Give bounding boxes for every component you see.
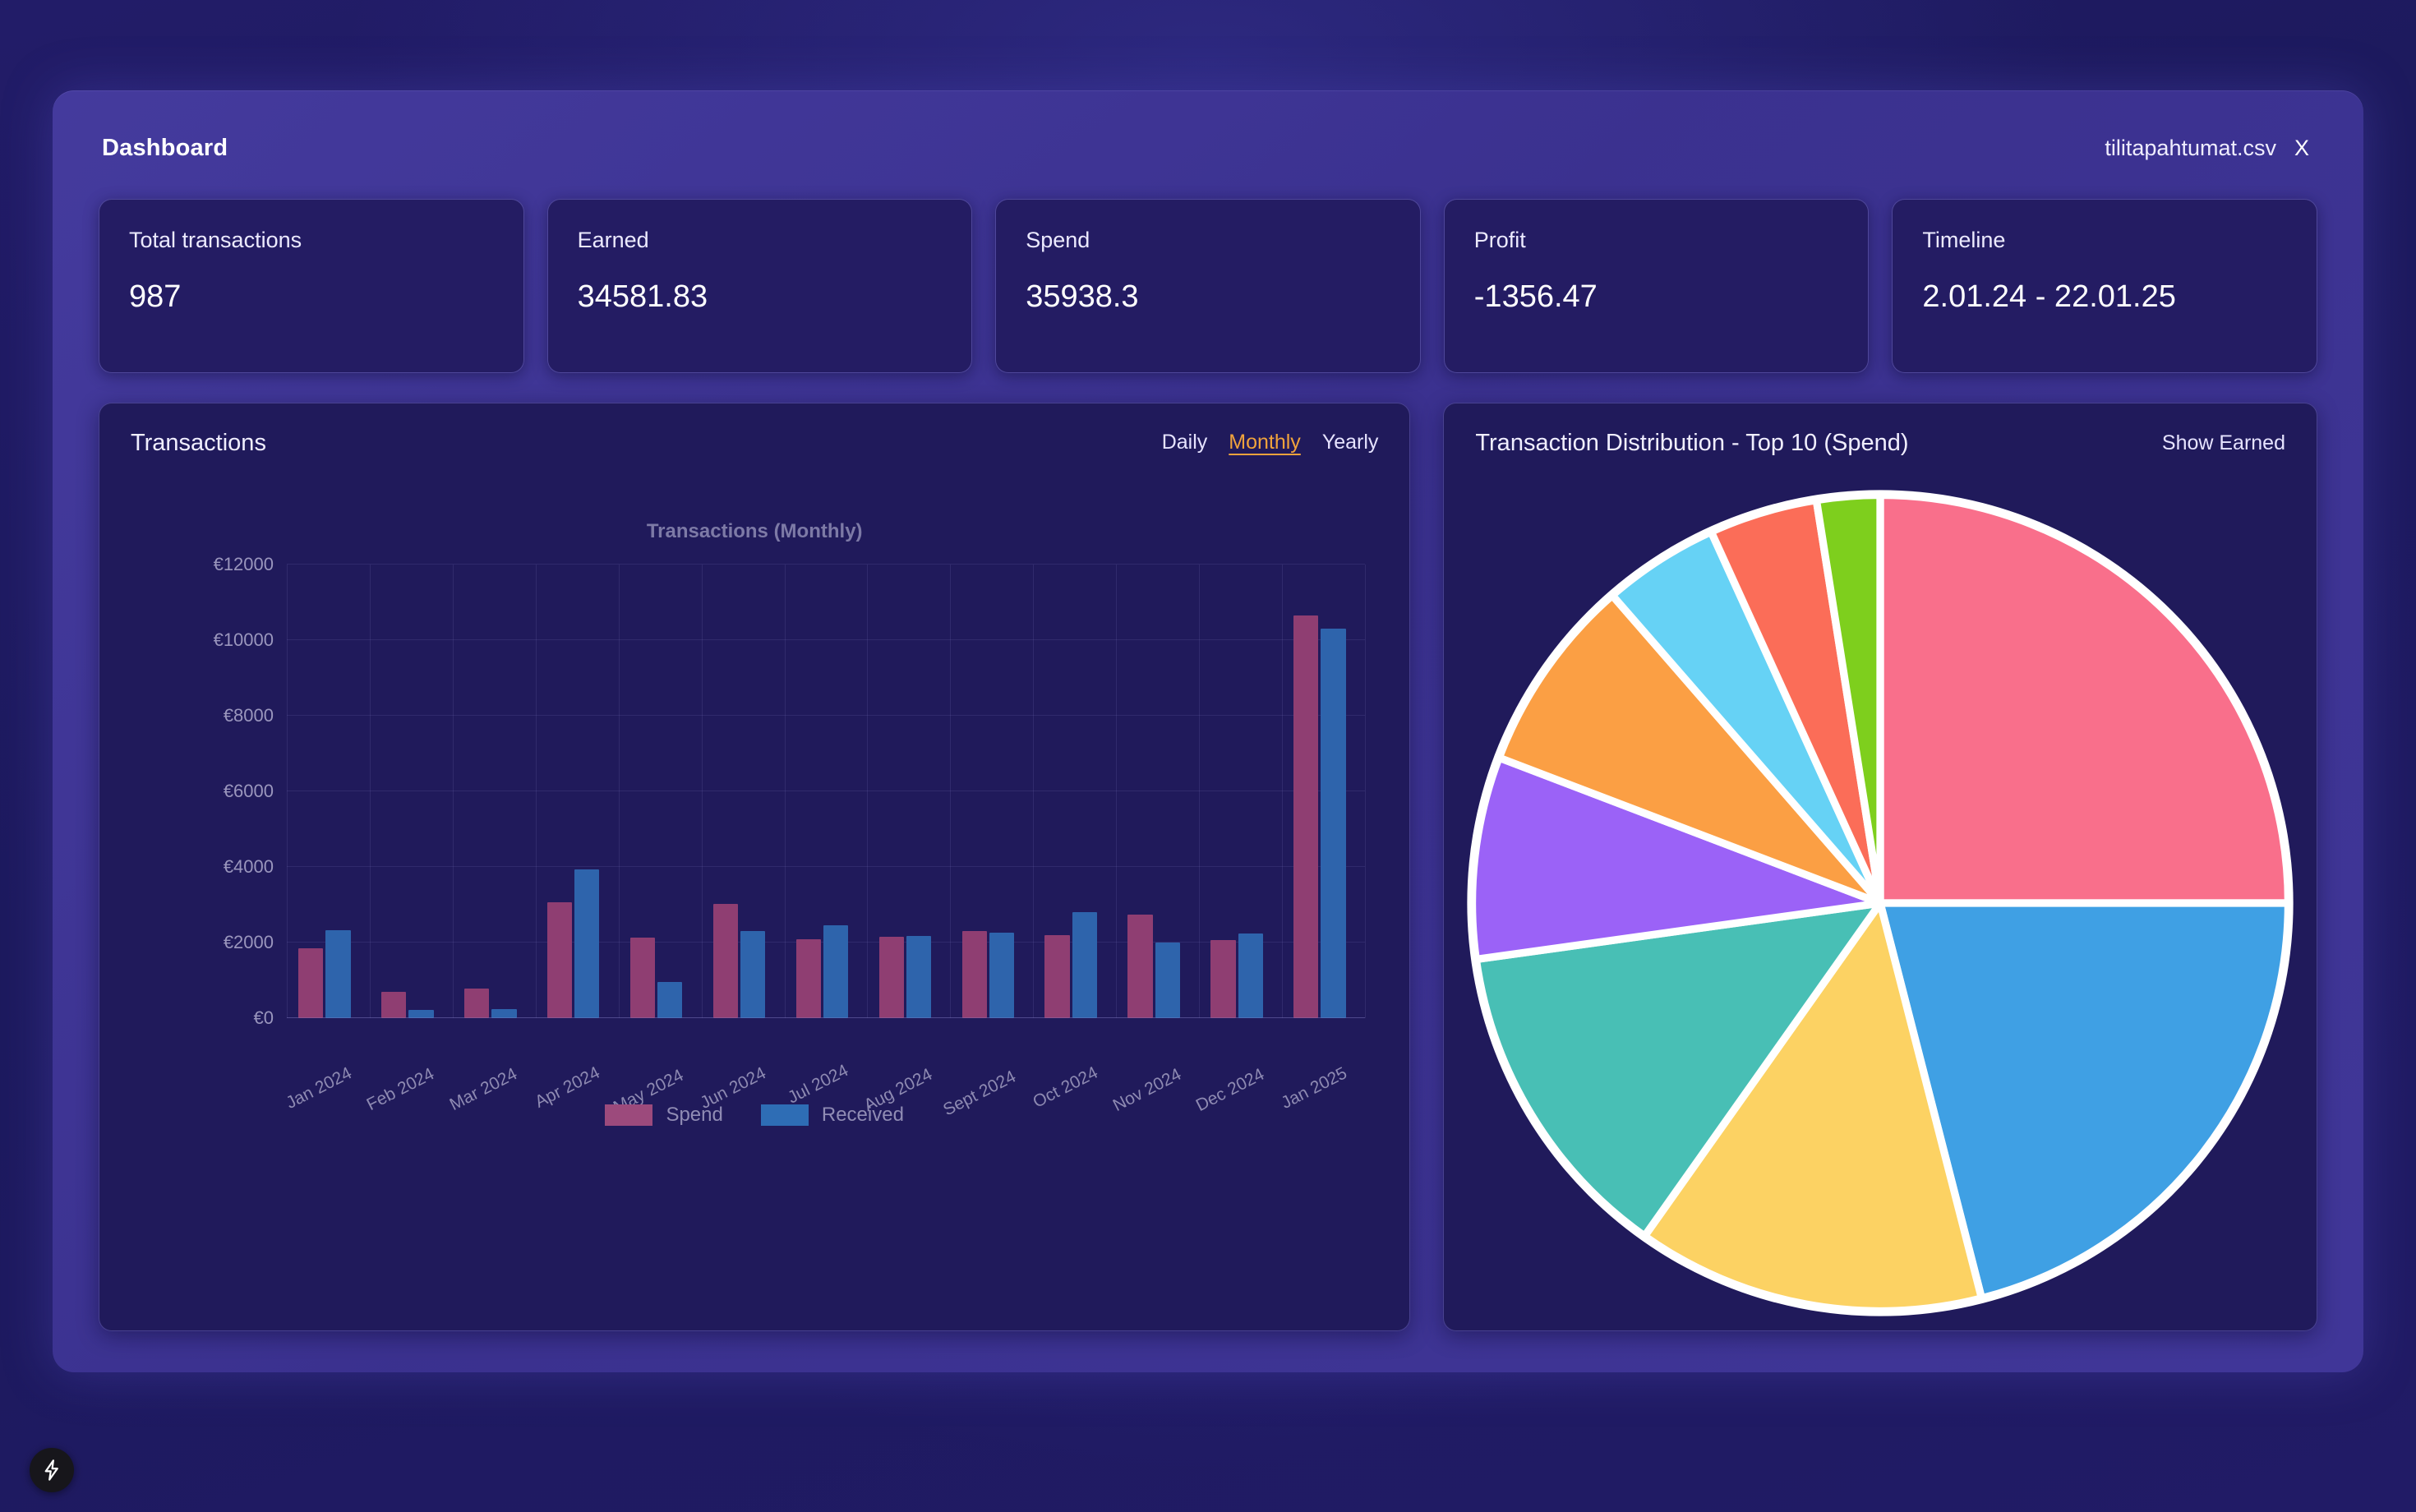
bar-received (1155, 942, 1180, 1018)
bar-spend (1210, 940, 1236, 1018)
bar-group (287, 565, 370, 1018)
distribution-panel-header: Transaction Distribution - Top 10 (Spend… (1444, 403, 2317, 457)
bar-spend (381, 991, 407, 1018)
distribution-panel-title: Transaction Distribution - Top 10 (Spend… (1475, 430, 1909, 456)
y-axis-tick-label: €4000 (223, 856, 274, 877)
bar-spend (546, 902, 573, 1018)
y-axis-tick-label: €12000 (213, 554, 274, 574)
bar-received (740, 931, 766, 1018)
file-name-label: tilitapahtumat.csv (2105, 135, 2276, 160)
stat-value: 35938.3 (1026, 279, 1139, 314)
transactions-panel: Transactions Daily Monthly Yearly Transact… (99, 403, 1411, 1332)
bar-spend (1127, 914, 1153, 1018)
bar-spend (298, 947, 324, 1018)
legend-item: Spend (605, 1104, 723, 1127)
bar-group (867, 565, 950, 1018)
panels-row: Transactions Daily Monthly Yearly Transact… (92, 403, 2324, 1331)
x-axis-line (287, 1017, 1365, 1018)
y-axis-tick-label: €0 (253, 1007, 274, 1028)
bar-spend (463, 989, 490, 1018)
range-tab-monthly[interactable]: Monthly (1229, 431, 1301, 457)
bar-group (1282, 565, 1365, 1018)
bar-spend (712, 904, 738, 1018)
bar-spend (878, 937, 904, 1018)
bar-chart-plot-area: €0 €2000 €4000 €6000 €8000 €10000 €12000 Jan 20… (214, 554, 1366, 1119)
close-icon[interactable]: X (2294, 136, 2309, 161)
pie-slice[interactable] (1876, 491, 2293, 907)
stat-card: Timeline 2.01.24 - 22.01.25 (1892, 199, 2317, 373)
legend-swatch (760, 1104, 809, 1126)
bar-chart-title: Transactions (Monthly) (646, 520, 863, 542)
bar-chart-legend: Spend Received (99, 1104, 1409, 1127)
stat-value: -1356.47 (1473, 279, 1598, 314)
page-title: Dashboard (102, 134, 228, 161)
stat-value: 34581.83 (577, 279, 708, 314)
bar-group (1116, 565, 1199, 1018)
bar-spend (1044, 934, 1070, 1018)
bar-group (370, 565, 453, 1018)
stat-label: Earned (577, 228, 649, 252)
bar-received (574, 869, 600, 1018)
bar-received (823, 925, 849, 1018)
stat-value: 2.01.24 - 22.01.25 (1922, 279, 2176, 314)
legend-item: Received (760, 1104, 904, 1127)
bar-chart: Transactions (Monthly) €0 €2000 €4000 €6000… (99, 477, 1409, 1332)
stats-row: Total transactions 987 Earned 34581.83 Spend… (92, 199, 2324, 373)
stat-card: Total transactions 987 (99, 199, 524, 373)
bar-group (702, 565, 785, 1018)
transactions-panel-header: Transactions Daily Monthly Yearly (99, 403, 1409, 457)
bar-group (453, 565, 536, 1018)
file-chip: tilitapahtumat.csv X (2105, 136, 2309, 161)
bar-group (536, 565, 619, 1018)
stat-value: 987 (129, 279, 182, 314)
legend-swatch (605, 1104, 653, 1126)
legend-label: Spend (666, 1104, 723, 1126)
legend-label: Received (821, 1104, 904, 1126)
pie-chart-svg (1467, 490, 2294, 1316)
lightning-bolt-badge[interactable] (30, 1448, 74, 1492)
bar-group (950, 565, 1033, 1018)
range-tab-daily[interactable]: Daily (1162, 431, 1208, 457)
y-axis-tick-label: €2000 (223, 932, 274, 952)
pie-chart (1444, 476, 2317, 1330)
bar-spend (1293, 615, 1319, 1018)
bar-received (1072, 912, 1097, 1018)
stat-card: Profit -1356.47 (1443, 199, 1870, 373)
stat-label: Total transactions (129, 228, 302, 252)
bar-received (325, 929, 351, 1018)
y-axis-tick-label: €8000 (223, 705, 274, 726)
stat-card: Spend 35938.3 (995, 199, 1421, 373)
y-axis-tick-label: €6000 (223, 781, 274, 801)
stat-card: Earned 34581.83 (546, 199, 973, 373)
y-axis-tick-label: €10000 (213, 629, 274, 650)
bar-spend (961, 931, 987, 1018)
range-tabs: Daily Monthly Yearly (1162, 431, 1379, 457)
transactions-panel-title: Transactions (131, 430, 266, 456)
bar-received (1321, 629, 1346, 1018)
bar-received (989, 933, 1015, 1018)
bar-received (1238, 933, 1263, 1018)
stat-label: Profit (1473, 228, 1526, 252)
lightning-bolt-icon (44, 1459, 58, 1481)
stat-label: Spend (1026, 228, 1090, 252)
distribution-panel: Transaction Distribution - Top 10 (Spend… (1443, 403, 2317, 1331)
bar-received (906, 935, 932, 1018)
bar-group (1199, 565, 1282, 1018)
x-axis-tick-label: Jul 2024 (785, 1061, 852, 1108)
dashboard-card: Dashboard tilitapahtumat.csv X Total tra… (53, 90, 2363, 1372)
stat-label: Timeline (1922, 228, 2006, 252)
bar-group (619, 565, 702, 1018)
titlebar: Dashboard tilitapahtumat.csv X (92, 123, 2324, 173)
gridline-vertical (1365, 565, 1366, 1018)
bar-group (1033, 565, 1116, 1018)
bar-group (785, 565, 868, 1018)
bar-spend (629, 938, 656, 1018)
bar-received (657, 982, 683, 1018)
bar-spend (795, 939, 821, 1018)
show-earned-button[interactable]: Show Earned (2162, 431, 2285, 455)
range-tab-yearly[interactable]: Yearly (1322, 431, 1379, 457)
